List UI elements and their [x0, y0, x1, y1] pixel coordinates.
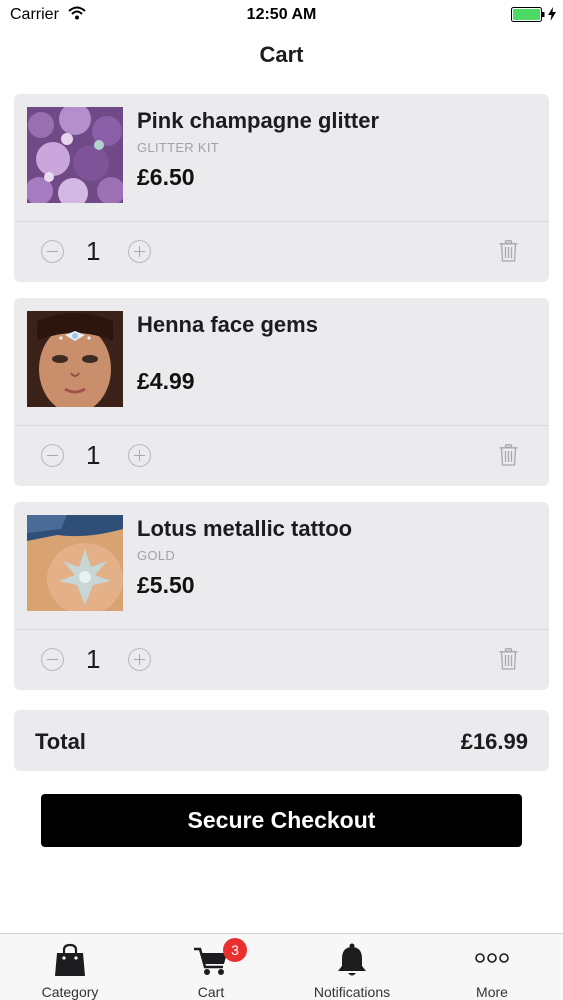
tab-category[interactable]: Category	[0, 934, 140, 1000]
cart-item: Pink champagne glitter GLITTER KIT £6.50…	[14, 94, 549, 282]
product-image-glitter[interactable]	[27, 107, 123, 203]
decrease-quantity-button[interactable]	[41, 648, 64, 671]
product-variant: GOLD	[137, 548, 176, 563]
increase-quantity-button[interactable]	[128, 444, 151, 467]
quantity-value: 1	[86, 440, 101, 470]
cart-item-details: Pink champagne glitter GLITTER KIT £6.50	[14, 94, 549, 222]
total-value: £16.99	[460, 729, 528, 754]
tab-bar: Category 3 Cart Notifications More	[0, 933, 563, 1000]
cart-count-badge: 3	[223, 938, 247, 962]
more-icon	[475, 953, 509, 963]
increase-quantity-button[interactable]	[128, 240, 151, 263]
page-title: Cart	[259, 42, 304, 67]
decrease-quantity-button[interactable]	[41, 444, 64, 467]
status-bar: Carrier 12:50 AM	[0, 0, 563, 30]
quantity-row: 1	[14, 222, 549, 282]
battery-icon	[511, 7, 545, 22]
quantity-value: 1	[86, 644, 101, 674]
decrease-quantity-button[interactable]	[41, 240, 64, 263]
tab-label: Category	[41, 984, 99, 1000]
shopping-bag-icon	[55, 943, 85, 976]
tab-notifications[interactable]: Notifications	[282, 934, 422, 1000]
cart-item-details: Lotus metallic tattoo GOLD £5.50	[14, 502, 549, 630]
trash-icon[interactable]	[499, 444, 518, 466]
cart-item-details: Henna face gems £4.99	[14, 298, 549, 426]
quantity-row: 1	[14, 426, 549, 486]
tab-cart[interactable]: 3 Cart	[141, 934, 281, 1000]
total-label: Total	[35, 729, 86, 754]
quantity-value: 1	[86, 236, 101, 266]
product-name[interactable]: Henna face gems	[137, 312, 318, 338]
product-price: £6.50	[137, 164, 195, 190]
product-name[interactable]: Lotus metallic tattoo	[137, 516, 352, 542]
cart-item: Lotus metallic tattoo GOLD £5.50 1	[14, 502, 549, 690]
charging-icon	[548, 7, 556, 21]
product-image-face-gems[interactable]	[27, 311, 123, 407]
tab-label: Cart	[197, 984, 225, 1000]
product-image-lotus-tattoo[interactable]	[27, 515, 123, 611]
product-name[interactable]: Pink champagne glitter	[137, 108, 379, 134]
trash-icon[interactable]	[499, 648, 518, 670]
secure-checkout-button[interactable]: Secure Checkout	[41, 794, 522, 847]
increase-quantity-button[interactable]	[128, 648, 151, 671]
quantity-row: 1	[14, 630, 549, 690]
clock: 12:50 AM	[246, 6, 317, 23]
cart-item: Henna face gems £4.99 1	[14, 298, 549, 486]
tab-label: Notifications	[313, 984, 391, 1000]
order-total: Total £16.99	[14, 710, 549, 771]
bell-icon	[338, 943, 366, 976]
product-variant: GLITTER KIT	[137, 140, 220, 155]
tab-more[interactable]: More	[422, 934, 562, 1000]
tab-label: More	[476, 984, 508, 1000]
trash-icon[interactable]	[499, 240, 518, 262]
product-price: £5.50	[137, 572, 195, 598]
product-price: £4.99	[137, 368, 195, 394]
